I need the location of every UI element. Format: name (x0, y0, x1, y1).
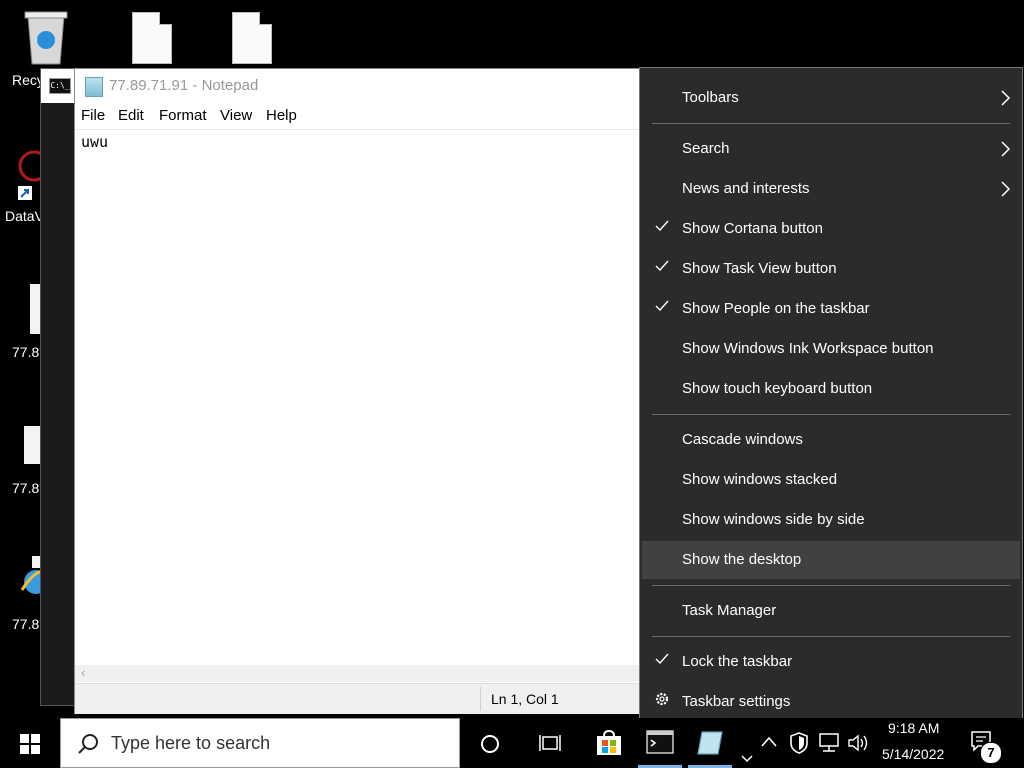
menu-format[interactable]: Format (159, 107, 207, 124)
menu-item-label: Show People on the taskbar (682, 300, 870, 317)
menu-item-task-manager[interactable]: Task Manager (642, 592, 1020, 630)
chevron-down-icon[interactable] (740, 754, 754, 764)
menu-help[interactable]: Help (266, 107, 297, 124)
store-button[interactable] (586, 718, 634, 768)
desktop-icon-label: 77.8 (12, 480, 40, 496)
cortana-button[interactable] (466, 718, 514, 768)
menu-item-label: Show touch keyboard button (682, 380, 873, 397)
task-view-button[interactable] (526, 718, 574, 768)
store-icon (597, 730, 621, 755)
file-icon[interactable] (30, 284, 40, 334)
cmd-titlebar[interactable]: C:\_ (41, 69, 77, 103)
desktop-icon-label: 77.8 (12, 344, 40, 360)
cmd-icon: C:\_ (49, 78, 71, 94)
text-editor[interactable]: uwu (81, 133, 108, 151)
notepad-icon (697, 731, 723, 755)
menu-separator (652, 636, 1010, 637)
notepad-window[interactable]: 77.89.71.91 - Notepad File Edit Format V… (74, 68, 641, 714)
menu-item-show-cortana-button[interactable]: Show Cortana button (642, 210, 1020, 248)
gear-icon (655, 692, 669, 706)
notepad-titlebar[interactable]: 77.89.71.91 - Notepad (75, 69, 641, 103)
menu-item-taskbar-settings[interactable]: Taskbar settings (642, 683, 1020, 721)
taskbar-search-box[interactable]: Type here to search (60, 718, 460, 768)
menu-item-show-windows-stacked[interactable]: Show windows stacked (642, 461, 1020, 499)
menu-item-label: Taskbar settings (682, 693, 791, 710)
volume-icon[interactable] (847, 733, 871, 753)
windows-logo-icon (20, 734, 40, 754)
cmd-taskbar-button[interactable] (636, 718, 684, 768)
menu-separator (652, 123, 1010, 124)
menu-item-show-touch-keyboard[interactable]: Show touch keyboard button (642, 370, 1020, 408)
menu-item-cascade-windows[interactable]: Cascade windows (642, 421, 1020, 459)
menu-bar: File Edit Format View Help (75, 103, 641, 129)
menu-item-label: Show Windows Ink Workspace button (682, 340, 934, 357)
menu-item-label: Show Cortana button (682, 220, 823, 237)
menu-edit[interactable]: Edit (118, 107, 144, 124)
checkmark-icon (655, 260, 669, 272)
menu-divider (75, 129, 641, 130)
menu-item-label: Show windows stacked (682, 471, 838, 488)
cursor-position: Ln 1, Col 1 (491, 691, 559, 707)
notification-count-badge: 7 (980, 742, 1002, 764)
menu-item-show-windows-side-by-side[interactable]: Show windows side by side (642, 501, 1020, 539)
checkmark-icon (655, 220, 669, 232)
notepad-taskbar-button[interactable] (686, 718, 734, 768)
horizontal-scrollbar[interactable]: ‹ (75, 665, 641, 682)
menu-item-label: Toolbars (682, 89, 739, 106)
window-title: 77.89.71.91 - Notepad (109, 77, 259, 94)
search-icon (78, 734, 98, 754)
file-icon[interactable] (132, 12, 172, 64)
menu-item-show-task-view-button[interactable]: Show Task View button (642, 250, 1020, 288)
menu-item-show-windows-ink[interactable]: Show Windows Ink Workspace button (642, 330, 1020, 368)
menu-item-toolbars[interactable]: Toolbars (642, 79, 1020, 117)
menu-item-search[interactable]: Search (642, 130, 1020, 168)
clock-date[interactable]: 5/14/2022 (882, 746, 944, 762)
menu-file[interactable]: File (81, 107, 105, 124)
status-divider (480, 687, 481, 711)
menu-item-label: Lock the taskbar (682, 653, 793, 670)
taskbar: Type here to search 9:18 AM 5/14/2022 7 (0, 718, 1024, 768)
start-button[interactable] (0, 718, 60, 768)
status-bar: Ln 1, Col 1 (75, 683, 641, 714)
checkmark-icon (655, 300, 669, 312)
menu-item-label: Show the desktop (682, 551, 802, 568)
taskbar-context-menu: Toolbars Search News and interests Show … (639, 67, 1023, 731)
menu-item-label: News and interests (682, 180, 810, 197)
menu-separator (652, 414, 1010, 415)
command-prompt-icon (646, 730, 674, 754)
notepad-icon (85, 77, 103, 97)
clock-time[interactable]: 9:18 AM (888, 720, 939, 736)
menu-item-show-the-desktop[interactable]: Show the desktop (642, 541, 1020, 579)
menu-item-label: Show Task View button (682, 260, 837, 277)
internet-explorer-icon[interactable] (20, 556, 48, 609)
menu-item-label: Show windows side by side (682, 511, 865, 528)
chevron-right-icon (1001, 181, 1011, 197)
chevron-right-icon (1001, 141, 1011, 157)
menu-item-label: Search (682, 140, 730, 157)
desktop-icon-label: DataV (5, 208, 44, 224)
menu-item-lock-the-taskbar[interactable]: Lock the taskbar (642, 643, 1020, 681)
show-hidden-icons-icon[interactable] (760, 734, 778, 750)
task-view-icon (539, 735, 561, 751)
chevron-right-icon (1001, 90, 1011, 106)
menu-item-show-people[interactable]: Show People on the taskbar (642, 290, 1020, 328)
network-icon[interactable] (818, 733, 840, 753)
menu-item-label: Cascade windows (682, 431, 803, 448)
cmd-window[interactable]: C:\_ (40, 68, 78, 706)
menu-view[interactable]: View (220, 107, 252, 124)
recycle-bin-icon[interactable] (20, 8, 80, 71)
search-placeholder: Type here to search (111, 733, 271, 753)
file-icon[interactable] (24, 426, 40, 464)
desktop-icon-label: 77.8 (12, 616, 40, 632)
menu-separator (652, 585, 1010, 586)
cortana-circle-icon (481, 735, 499, 753)
checkmark-icon (655, 653, 669, 665)
menu-item-news-and-interests[interactable]: News and interests (642, 170, 1020, 208)
menu-item-label: Task Manager (682, 602, 777, 619)
security-shield-icon[interactable] (789, 732, 809, 754)
scroll-left-icon[interactable]: ‹ (81, 665, 85, 680)
action-center-button[interactable]: 7 (966, 728, 1006, 764)
file-icon[interactable] (232, 12, 272, 64)
